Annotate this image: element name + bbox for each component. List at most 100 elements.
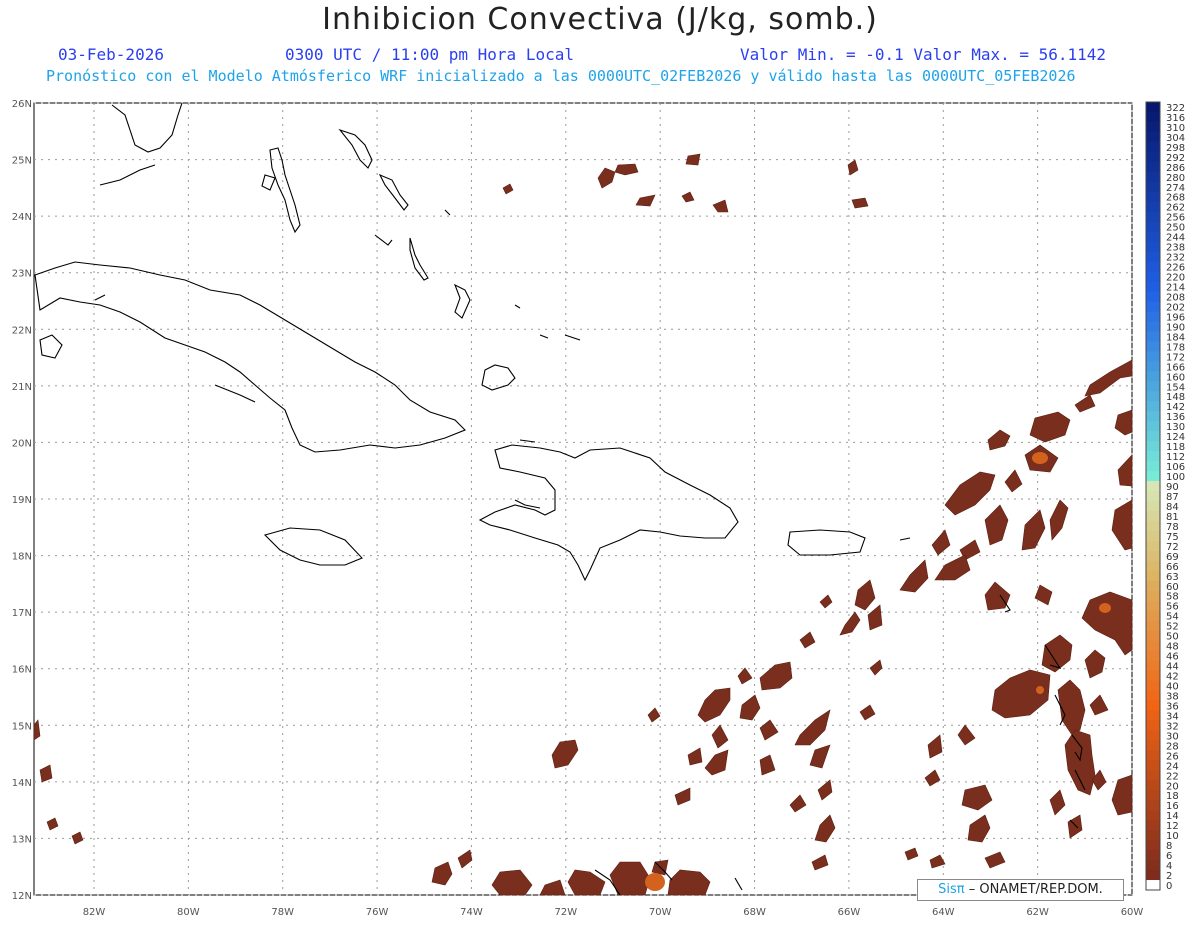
colorbar-swatch	[1146, 720, 1160, 731]
colorbar-swatch	[1146, 610, 1160, 622]
colorbar-swatch	[1146, 780, 1160, 791]
colorbar-swatch	[1146, 481, 1160, 492]
colorbar-swatch	[1146, 680, 1160, 692]
colorbar-swatch	[1146, 231, 1160, 243]
colorbar-swatch	[1146, 590, 1160, 602]
colorbar-swatch	[1146, 241, 1160, 253]
lat-label: 26N	[12, 99, 32, 110]
colorbar-swatch	[1146, 102, 1160, 113]
colorbar-swatch	[1146, 341, 1160, 352]
colorbar-swatch	[1146, 520, 1160, 532]
lon-label: 82W	[83, 907, 106, 918]
colorbar-swatch	[1146, 171, 1160, 183]
lat-label: 21N	[12, 382, 32, 393]
colorbar-swatch	[1146, 251, 1160, 263]
lon-label: 74W	[460, 907, 483, 918]
lon-label: 70W	[649, 907, 672, 918]
colorbar-swatch	[1146, 880, 1160, 891]
lon-label: 66W	[838, 907, 861, 918]
colorbar-swatch	[1146, 211, 1160, 223]
colorbar-swatch	[1146, 201, 1160, 213]
lat-label: 14N	[12, 778, 32, 789]
colorbar-swatch	[1146, 181, 1160, 193]
colorbar-swatch	[1146, 191, 1160, 203]
lat-label: 15N	[12, 721, 32, 732]
colorbar-swatch	[1146, 850, 1160, 861]
lat-label: 17N	[12, 608, 32, 619]
lat-label: 18N	[12, 552, 32, 563]
colorbar-swatch	[1146, 471, 1160, 482]
colorbar-swatch	[1146, 161, 1160, 173]
lat-label: 24N	[12, 212, 32, 223]
lat-label: 16N	[12, 665, 32, 676]
colorbar-swatch	[1146, 311, 1160, 322]
lon-label: 62W	[1026, 907, 1049, 918]
colorbar-swatch	[1146, 690, 1160, 701]
colorbar-swatch	[1146, 750, 1160, 761]
credit-box: Sisπ – ONAMET/REP.DOM.	[917, 879, 1124, 901]
colorbar-swatch	[1146, 321, 1160, 332]
lat-label: 23N	[12, 269, 32, 280]
colorbar-swatch	[1146, 141, 1160, 153]
lat-label: 20N	[12, 438, 32, 449]
colorbar-swatch	[1146, 301, 1160, 312]
lon-label: 76W	[366, 907, 389, 918]
colorbar-swatch	[1146, 261, 1160, 273]
lon-label: 72W	[555, 907, 578, 918]
colorbar-swatch	[1146, 381, 1160, 392]
colorbar-swatch	[1146, 870, 1160, 881]
colorbar-swatch	[1146, 421, 1160, 432]
colorbar-swatch	[1146, 351, 1160, 362]
colorbar-swatch	[1146, 550, 1160, 562]
colorbar-swatch	[1146, 580, 1160, 592]
colorbar-swatch	[1146, 860, 1160, 871]
lat-label: 22N	[12, 325, 32, 336]
credit-label: – ONAMET/REP.DOM.	[968, 882, 1103, 897]
colorbar-swatch	[1146, 630, 1160, 642]
colorbar-swatch	[1146, 560, 1160, 572]
lat-label: 13N	[12, 834, 32, 845]
lon-label: 78W	[271, 907, 294, 918]
colorbar-swatch	[1146, 760, 1160, 771]
lat-label: 25N	[12, 156, 32, 167]
colorbar-swatch	[1146, 451, 1160, 462]
colorbar-swatch	[1146, 431, 1160, 442]
colorbar-swatch	[1146, 660, 1160, 672]
colorbar-swatch	[1146, 151, 1160, 163]
colorbar-swatch	[1146, 221, 1160, 233]
colorbar-swatch	[1146, 740, 1160, 751]
colorbar-swatch	[1146, 500, 1160, 512]
lon-label: 60W	[1121, 907, 1144, 918]
colorbar-swatch	[1146, 640, 1160, 652]
colorbar-swatch	[1146, 770, 1160, 781]
colorbar-swatch	[1146, 271, 1160, 283]
colorbar-swatch	[1146, 371, 1160, 382]
colorbar-swatch	[1146, 710, 1160, 721]
colorbar-label: 0	[1166, 881, 1172, 892]
colorbar-swatch	[1146, 820, 1160, 831]
colorbar-swatch	[1146, 281, 1160, 293]
lon-label: 68W	[743, 907, 766, 918]
colorbar-swatch	[1146, 401, 1160, 412]
colorbar-swatch	[1146, 800, 1160, 811]
colorbar-swatch	[1146, 540, 1160, 552]
colorbar-swatch	[1146, 461, 1160, 472]
colorbar-swatch	[1146, 790, 1160, 801]
colorbar-swatch	[1146, 111, 1160, 123]
colorbar-swatch	[1146, 670, 1160, 682]
colorbar-swatch	[1146, 700, 1160, 711]
colorbar-swatch	[1146, 730, 1160, 741]
colorbar-swatch	[1146, 570, 1160, 582]
colorbar-swatch	[1146, 131, 1160, 143]
colorbar: 3223163103042982922862802742682622562502…	[1145, 101, 1185, 892]
colorbar-swatch	[1146, 830, 1160, 841]
colorbar-swatch	[1146, 600, 1160, 612]
lat-label: 12N	[12, 891, 32, 902]
colorbar-swatch	[1146, 620, 1160, 632]
colorbar-swatch	[1146, 411, 1160, 422]
weather-map: 26N 25N 24N 23N 22N 21N 20N 19N 18N 17N 16N 15N 14N 1…	[12, 99, 1185, 918]
brand-label: Sisπ	[938, 882, 965, 897]
colorbar-swatch	[1146, 510, 1160, 522]
colorbar-swatch	[1146, 650, 1160, 662]
colorbar-swatch	[1146, 441, 1160, 452]
